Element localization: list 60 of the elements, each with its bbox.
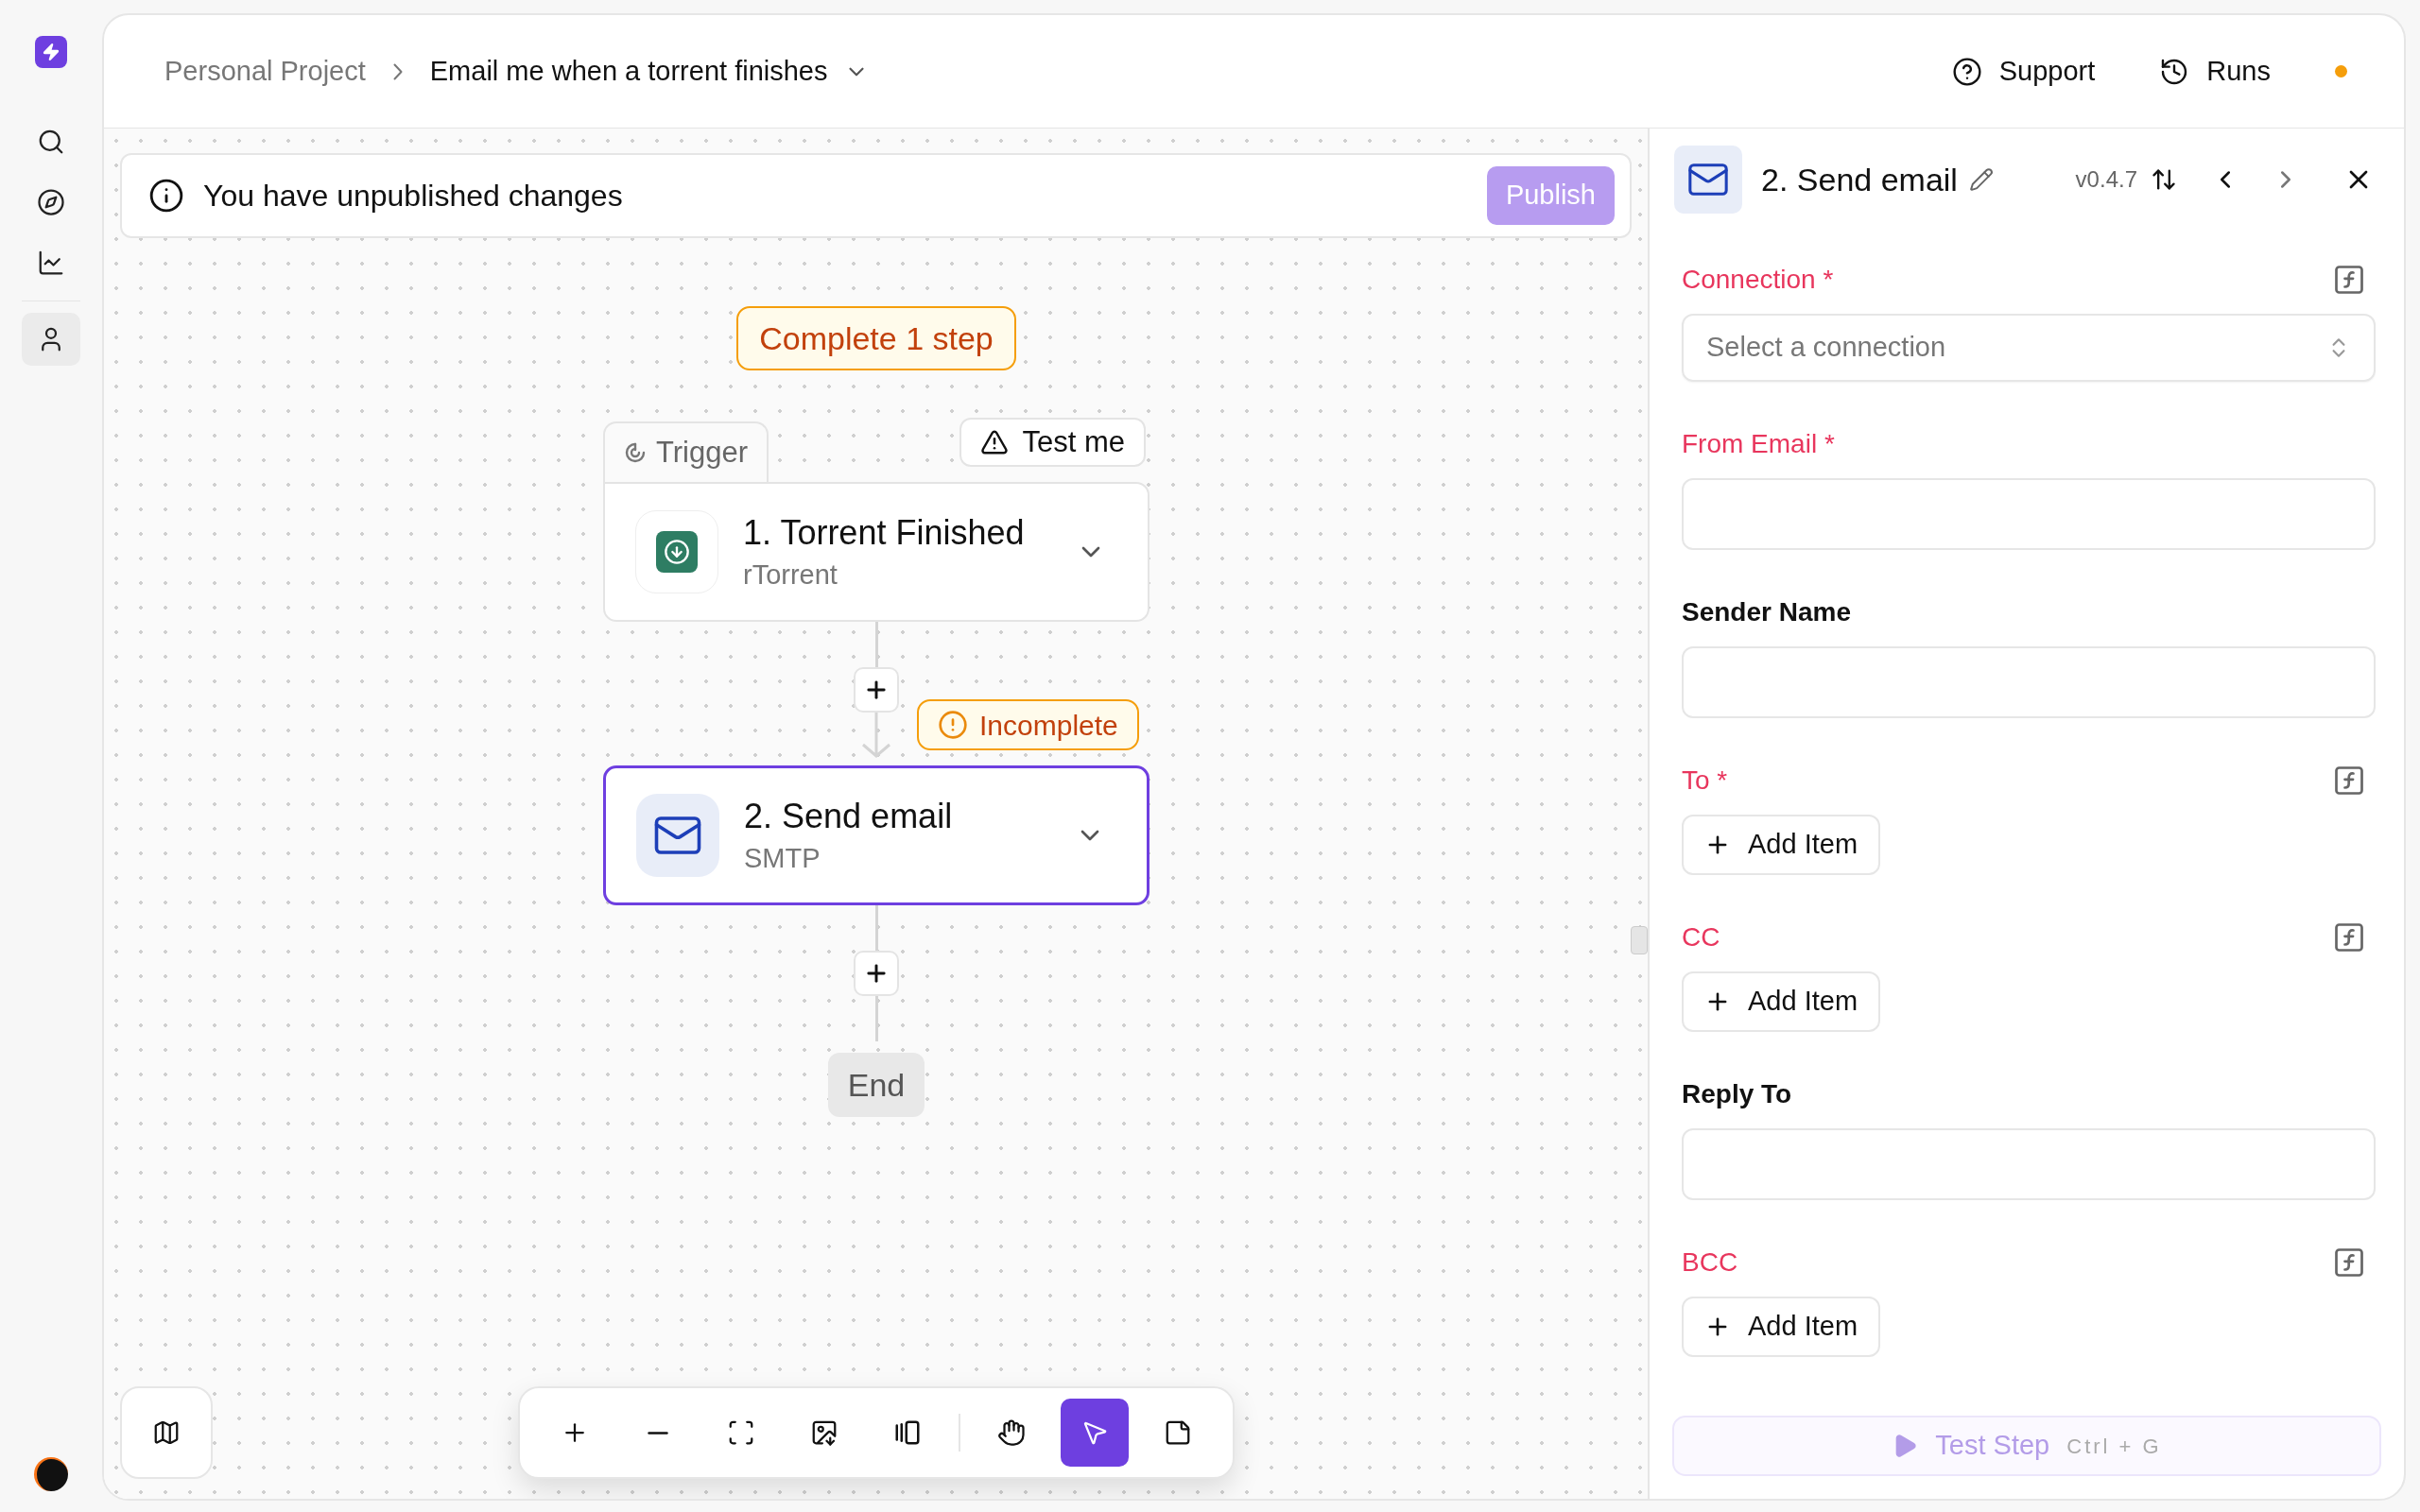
add-step-button[interactable] xyxy=(854,667,899,713)
trigger-icon xyxy=(624,441,647,464)
status-badge: Complete 1 step xyxy=(736,306,1016,370)
formula-icon[interactable] xyxy=(2332,263,2366,297)
help-icon xyxy=(1951,56,1982,87)
field-label: BCC xyxy=(1682,1246,1738,1279)
version-label: v0.4.7 xyxy=(2075,165,2137,194)
shortcut-hint: Ctrl + G xyxy=(2066,1433,2162,1460)
warning-icon xyxy=(980,428,1010,456)
step-card[interactable]: 2. Send email SMTP xyxy=(603,765,1150,905)
user-avatar[interactable] xyxy=(34,1457,68,1491)
formula-icon[interactable] xyxy=(2332,920,2366,954)
text-input[interactable] xyxy=(1682,478,2376,550)
banner-message: You have unpublished changes xyxy=(203,178,624,215)
header-button[interactable]: Support xyxy=(1951,50,2096,93)
download-icon xyxy=(656,531,698,573)
breadcrumb-link[interactable]: Personal Project xyxy=(164,50,366,93)
alert-icon xyxy=(938,710,968,740)
add-item-button[interactable]: Add Item xyxy=(1682,1297,1881,1357)
select-placeholder: Select a connection xyxy=(1706,331,1947,365)
panel-title: 2. Send email xyxy=(1761,160,1958,199)
field-label: Connection * xyxy=(1682,264,1834,296)
header-button[interactable]: Runs xyxy=(2159,50,2271,93)
field-label: CC xyxy=(1682,921,1720,954)
step-title: 1. Torrent Finished xyxy=(743,512,1026,554)
formula-icon[interactable] xyxy=(2332,764,2366,798)
resize-handle[interactable] xyxy=(1631,926,1648,954)
sidebar-item[interactable] xyxy=(22,313,80,366)
text-input[interactable] xyxy=(1682,646,2376,718)
text-input[interactable] xyxy=(1682,1128,2376,1200)
formula-icon[interactable] xyxy=(2332,1246,2366,1280)
test-button[interactable]: Test me xyxy=(959,418,1146,467)
minimap-button[interactable] xyxy=(120,1386,213,1479)
end-node: End xyxy=(828,1053,925,1117)
badge-label: Incomplete xyxy=(979,708,1118,743)
add-item-button[interactable]: Add Item xyxy=(1682,971,1881,1032)
step-title: 2. Send email xyxy=(744,796,954,837)
toolbar-button[interactable] xyxy=(1060,1399,1129,1467)
connection-select[interactable]: Select a connection xyxy=(1682,314,2376,382)
add-item-button[interactable]: Add Item xyxy=(1682,815,1881,875)
field-label: Sender Name xyxy=(1682,596,1851,628)
line-chart-icon xyxy=(37,249,65,277)
info-icon xyxy=(148,178,184,214)
lightning-icon xyxy=(42,43,60,61)
field-label: From Email * xyxy=(1682,428,1835,460)
app-logo[interactable] xyxy=(35,36,67,68)
step-card[interactable]: 1. Torrent Finished rTorrent xyxy=(603,482,1150,622)
search-icon xyxy=(37,128,65,156)
chevron-right-icon xyxy=(392,62,403,80)
zoom-out-icon xyxy=(646,1431,669,1435)
add-step-button[interactable] xyxy=(854,951,899,996)
hand-icon xyxy=(996,1418,1026,1447)
step-app-name: SMTP xyxy=(744,842,821,875)
compass-icon xyxy=(37,188,65,216)
step-app-name: rTorrent xyxy=(743,558,838,592)
field-label: Reply To xyxy=(1682,1078,1792,1110)
field-label: To * xyxy=(1682,765,1728,797)
edit-icon[interactable] xyxy=(1968,167,1994,192)
map-icon xyxy=(152,1418,181,1447)
flow-title: Email me when a torrent finishes xyxy=(429,54,828,88)
